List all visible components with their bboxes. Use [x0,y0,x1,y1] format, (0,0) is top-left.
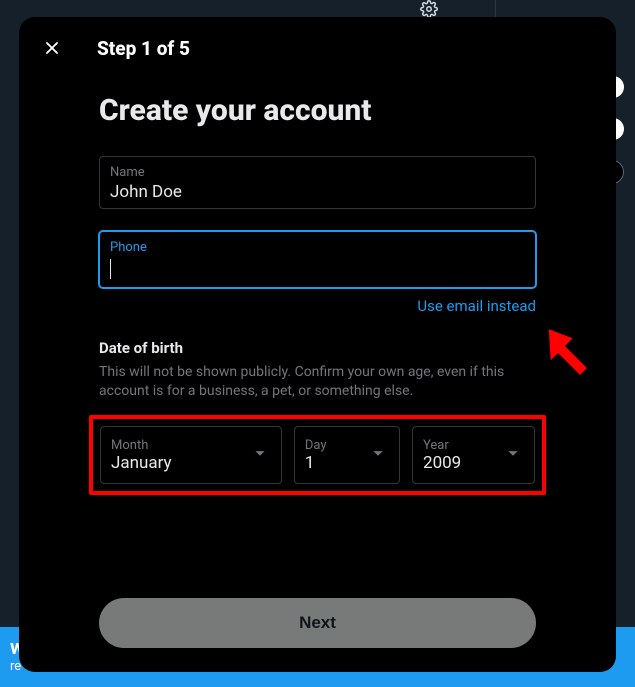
use-email-instead-link[interactable]: Use email instead [417,297,536,315]
modal-header: Step 1 of 5 [19,17,616,71]
month-select[interactable]: Month January [100,426,282,484]
dob-row: Month January Day 1 Year 2009 [100,426,535,484]
dob-heading: Date of birth [99,339,536,357]
name-input[interactable] [110,182,525,202]
phone-field[interactable]: Phone [99,231,536,288]
day-select[interactable]: Day 1 [294,426,400,484]
annotation-highlight: Month January Day 1 Year 2009 [89,415,546,495]
month-label: Month [111,438,271,453]
phone-label: Phone [110,240,525,255]
dob-help-text: This will not be shown publicly. Confirm… [99,363,536,401]
signup-modal: Step 1 of 5 Create your account Name Pho… [19,17,616,672]
step-indicator: Step 1 of 5 [97,37,190,60]
modal-body: Create your account Name Phone Use email… [19,71,616,578]
chevron-down-icon [502,442,524,468]
next-button[interactable]: Next [99,598,536,648]
year-select[interactable]: Year 2009 [412,426,535,484]
chevron-down-icon [249,442,271,468]
chevron-down-icon [367,442,389,468]
name-label: Name [110,165,525,180]
modal-footer: Next [19,578,616,672]
close-icon [42,38,62,58]
name-field[interactable]: Name [99,156,536,209]
page-title: Create your account [99,93,536,128]
month-value: January [111,453,271,473]
close-button[interactable] [35,31,69,65]
